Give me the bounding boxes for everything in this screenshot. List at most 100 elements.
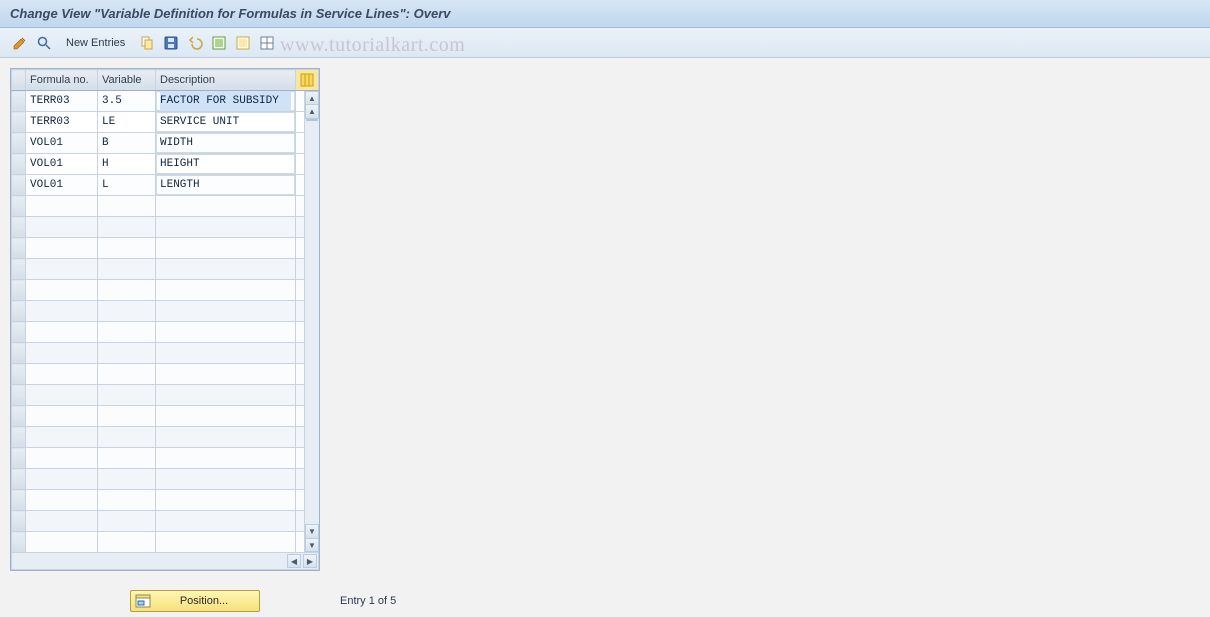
cell-description[interactable]	[156, 112, 296, 133]
row-selector[interactable]	[12, 280, 26, 301]
table-row[interactable]	[12, 448, 319, 469]
row-selector[interactable]	[12, 154, 26, 175]
cell-formula-no	[26, 406, 98, 427]
row-selector[interactable]	[12, 364, 26, 385]
scroll-right-icon[interactable]: ▶	[303, 554, 317, 568]
undo-icon[interactable]	[185, 33, 205, 53]
save-icon[interactable]	[161, 33, 181, 53]
cell-description[interactable]	[156, 91, 296, 112]
table-row[interactable]	[12, 427, 319, 448]
table-row[interactable]	[12, 322, 319, 343]
table-row[interactable]: VOL01B	[12, 133, 319, 154]
row-selector[interactable]	[12, 406, 26, 427]
select-all-icon[interactable]	[209, 33, 229, 53]
position-button[interactable]: Position...	[130, 590, 260, 612]
header-variable[interactable]: Variable	[98, 70, 156, 91]
config-columns-icon[interactable]	[296, 70, 319, 91]
header-description[interactable]: Description	[156, 70, 296, 91]
scroll-left-icon[interactable]: ◀	[287, 554, 301, 568]
table-row[interactable]	[12, 196, 319, 217]
delimit-icon[interactable]	[257, 33, 277, 53]
description-input[interactable]	[160, 175, 291, 195]
cell-description	[156, 427, 296, 448]
change-icon[interactable]	[10, 33, 30, 53]
row-selector[interactable]	[12, 490, 26, 511]
table-row[interactable]	[12, 343, 319, 364]
table-row[interactable]	[12, 406, 319, 427]
row-selector[interactable]	[12, 427, 26, 448]
header-formula-no[interactable]: Formula no.	[26, 70, 98, 91]
table-row[interactable]: VOL01L	[12, 175, 319, 196]
cell-description[interactable]	[156, 175, 296, 196]
cell-description[interactable]	[156, 154, 296, 175]
description-input[interactable]	[160, 133, 291, 153]
deselect-all-icon[interactable]	[233, 33, 253, 53]
table-row[interactable]: VOL01H	[12, 154, 319, 175]
scroll-down-icon-2[interactable]: ▼	[305, 524, 319, 538]
cell-formula-no[interactable]: TERR03	[26, 112, 98, 133]
table-row[interactable]	[12, 364, 319, 385]
cell-formula-no[interactable]: TERR03	[26, 91, 98, 112]
table-row[interactable]	[12, 385, 319, 406]
row-selector[interactable]	[12, 259, 26, 280]
row-selector[interactable]	[12, 112, 26, 133]
scroll-up-icon[interactable]: ▲	[305, 91, 319, 105]
find-icon[interactable]	[34, 33, 54, 53]
variable-grid[interactable]: Formula no. Variable Description TERR033…	[11, 69, 319, 570]
cell-variable[interactable]: H	[98, 154, 156, 175]
description-input[interactable]	[160, 91, 291, 111]
cell-description	[156, 511, 296, 532]
row-selector[interactable]	[12, 343, 26, 364]
cell-variable	[98, 448, 156, 469]
horizontal-scrollbar[interactable]: ◀ ▶	[12, 553, 318, 569]
table-frame: Formula no. Variable Description TERR033…	[10, 68, 320, 571]
cell-description[interactable]	[156, 133, 296, 154]
description-input[interactable]	[160, 112, 291, 132]
cell-formula-no[interactable]: VOL01	[26, 133, 98, 154]
cell-description	[156, 364, 296, 385]
row-selector[interactable]	[12, 322, 26, 343]
row-selector[interactable]	[12, 385, 26, 406]
row-selector[interactable]	[12, 448, 26, 469]
cell-formula-no	[26, 511, 98, 532]
title-bar: Change View "Variable Definition for For…	[0, 0, 1210, 28]
cell-variable[interactable]: B	[98, 133, 156, 154]
table-row[interactable]	[12, 280, 319, 301]
cell-formula-no	[26, 364, 98, 385]
row-selector[interactable]	[12, 133, 26, 154]
table-row[interactable]	[12, 469, 319, 490]
row-selector[interactable]	[12, 511, 26, 532]
scroll-down-icon[interactable]: ▼	[305, 538, 319, 552]
table-row[interactable]	[12, 301, 319, 322]
scroll-up-icon-2[interactable]: ▲	[305, 105, 319, 119]
table-row[interactable]: TERR03LE	[12, 112, 319, 133]
select-all-header[interactable]	[12, 70, 26, 91]
row-selector[interactable]	[12, 217, 26, 238]
row-selector[interactable]	[12, 301, 26, 322]
description-input[interactable]	[160, 154, 291, 174]
cell-variable[interactable]: LE	[98, 112, 156, 133]
cell-variable[interactable]: 3.5	[98, 91, 156, 112]
cell-formula-no[interactable]: VOL01	[26, 154, 98, 175]
table-row[interactable]	[12, 259, 319, 280]
table-row[interactable]	[12, 238, 319, 259]
row-selector[interactable]	[12, 532, 26, 553]
cell-description	[156, 238, 296, 259]
row-selector[interactable]	[12, 175, 26, 196]
copy-icon[interactable]	[137, 33, 157, 53]
cell-formula-no[interactable]: VOL01	[26, 175, 98, 196]
cell-formula-no	[26, 427, 98, 448]
vertical-scrollbar[interactable]: ▲ ▲ ▼ ▼	[304, 91, 319, 552]
cell-variable[interactable]: L	[98, 175, 156, 196]
row-selector[interactable]	[12, 238, 26, 259]
row-selector[interactable]	[12, 196, 26, 217]
row-selector[interactable]	[12, 91, 26, 112]
row-selector[interactable]	[12, 469, 26, 490]
table-row[interactable]	[12, 490, 319, 511]
table-row[interactable]	[12, 511, 319, 532]
table-row[interactable]	[12, 532, 319, 553]
table-row[interactable]	[12, 217, 319, 238]
table-row[interactable]: TERR033.5	[12, 91, 319, 112]
cell-variable	[98, 469, 156, 490]
new-entries-button[interactable]: New Entries	[58, 33, 133, 53]
